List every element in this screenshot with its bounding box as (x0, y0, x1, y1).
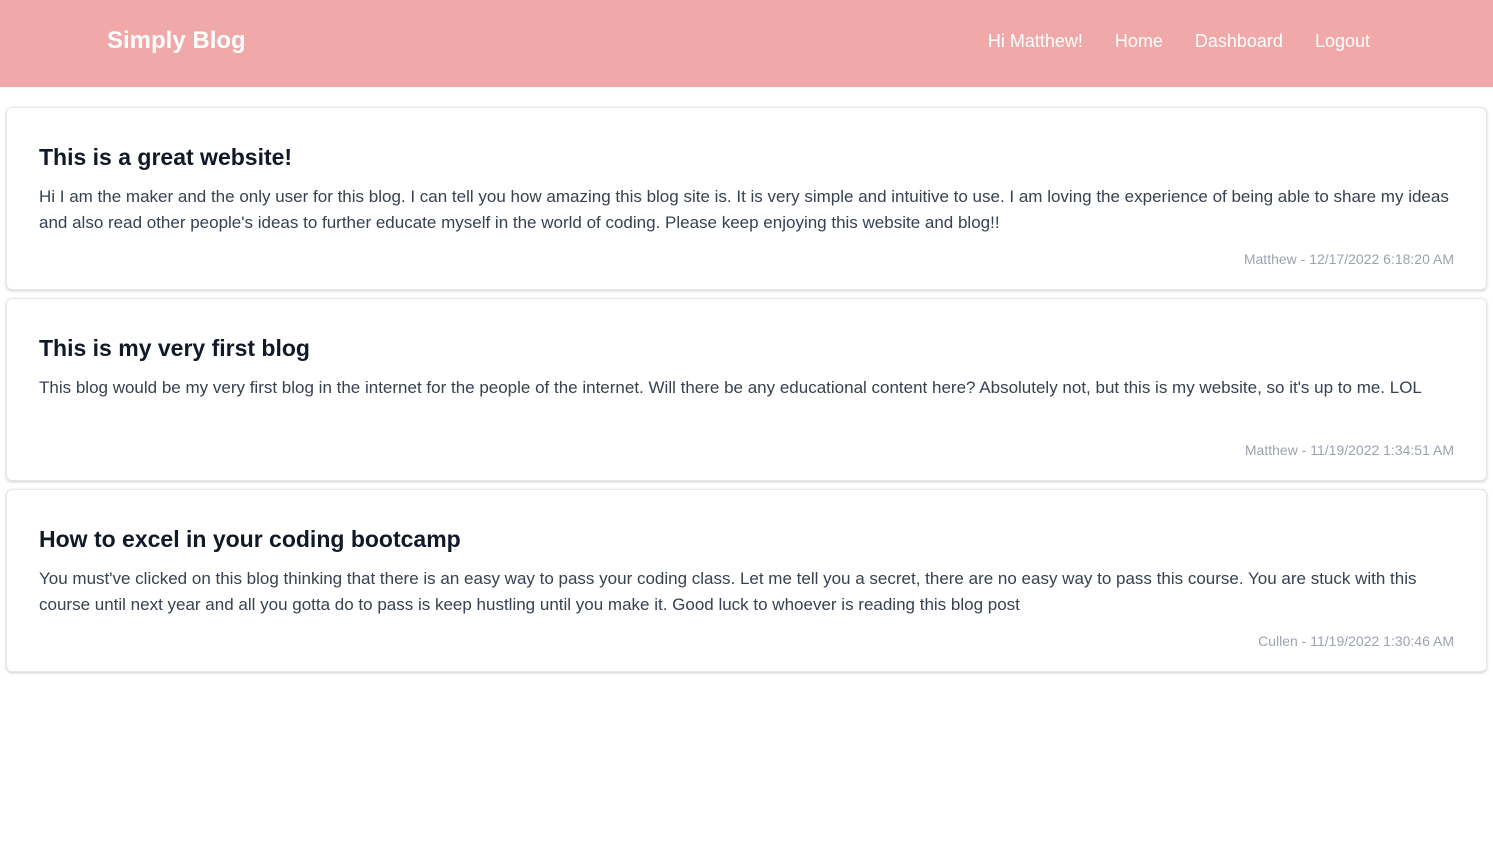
navbar: Simply Blog Hi Matthew! Home Dashboard L… (0, 0, 1493, 87)
post-meta: Matthew - 12/17/2022 6:18:20 AM (1243, 251, 1454, 267)
post-title[interactable]: This is my very first blog (39, 334, 1454, 362)
nav-link-logout[interactable]: Logout (1315, 30, 1370, 52)
post-meta: Cullen - 11/19/2022 1:30:46 AM (1258, 633, 1454, 649)
nav-links: Hi Matthew! Home Dashboard Logout (988, 30, 1370, 52)
post-body: Hi I am the maker and the only user for … (39, 187, 1449, 232)
post-list: This is a great website! Hi I am the mak… (6, 107, 1487, 680)
nav-link-home[interactable]: Home (1115, 30, 1163, 52)
post-body: You must've clicked on this blog thinkin… (39, 569, 1417, 614)
post-title[interactable]: How to excel in your coding bootcamp (39, 525, 1454, 553)
nav-link-dashboard[interactable]: Dashboard (1195, 30, 1283, 52)
greeting-text: Hi Matthew! (987, 31, 1083, 51)
post-body: This blog would be my very first blog in… (39, 378, 1422, 397)
post-card[interactable]: This is my very first blog This blog wou… (6, 298, 1487, 481)
brand-logo-link[interactable]: Simply Blog (107, 27, 246, 55)
post-title[interactable]: This is a great website! (39, 143, 1454, 171)
post-card[interactable]: How to excel in your coding bootcamp You… (6, 489, 1487, 672)
post-meta: Matthew - 11/19/2022 1:34:51 AM (1244, 442, 1454, 458)
post-card[interactable]: This is a great website! Hi I am the mak… (6, 107, 1487, 290)
